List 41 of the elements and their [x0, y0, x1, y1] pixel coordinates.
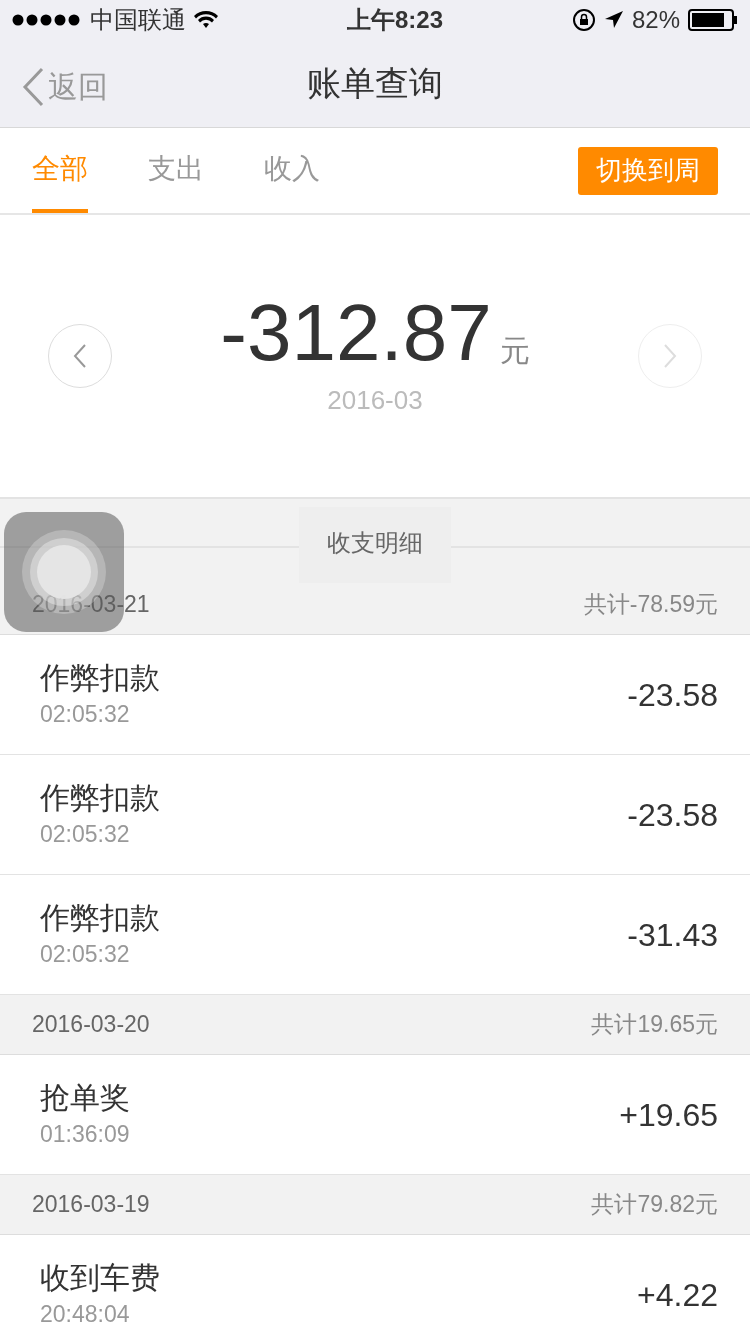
chevron-left-icon: [73, 343, 87, 369]
transaction-time: 01:36:09: [40, 1119, 130, 1149]
transaction-title: 收到车费: [40, 1259, 160, 1296]
group-total: 共计19.65元: [591, 1010, 718, 1040]
transaction-time: 02:05:32: [40, 819, 131, 849]
total-amount: -312.87: [220, 292, 492, 373]
battery-percent: 82%: [631, 5, 680, 35]
chevron-right-icon: [663, 343, 677, 369]
transaction-time: 20:48:04: [40, 1299, 131, 1329]
group-total: 共计-78.59元: [583, 590, 718, 620]
group-total: 共计79.82元: [591, 1190, 718, 1220]
switch-week-button[interactable]: 切换到周: [578, 146, 718, 195]
transaction-time: 02:05:32: [40, 699, 131, 729]
chevron-left-icon: [22, 66, 44, 107]
transaction-title: 作弊扣款: [40, 899, 160, 936]
transaction-title: 作弊扣款: [40, 779, 160, 816]
status-time: 上午8:23: [346, 5, 443, 35]
rotation-lock-icon: [571, 8, 596, 32]
transaction-title: 抢单奖: [40, 1079, 130, 1116]
location-icon: [603, 10, 624, 30]
signal-icon: [12, 14, 82, 26]
group-date: 2016-03-19: [32, 1190, 150, 1220]
transaction-amount: -23.58: [627, 795, 718, 835]
transaction-amount: -31.43: [627, 915, 718, 955]
currency-unit: 元: [499, 332, 530, 369]
transaction-title: 作弊扣款: [40, 659, 160, 696]
battery-icon: [688, 9, 738, 31]
wifi-icon: [194, 11, 218, 29]
transaction-amount: +19.65: [619, 1095, 718, 1135]
group-date: 2016-03-20: [32, 1010, 150, 1040]
transaction-amount: +4.22: [637, 1275, 718, 1315]
filter-tab[interactable]: 收入: [264, 128, 320, 213]
section-label: 收支明细: [299, 507, 451, 583]
page-title: 账单查询: [307, 63, 443, 104]
carrier-name: 中国联通: [90, 5, 186, 35]
transaction-time: 02:05:32: [40, 939, 131, 969]
filter-tab[interactable]: 全部: [32, 128, 88, 213]
back-button[interactable]: 返回: [22, 64, 108, 109]
transaction-amount: -23.58: [627, 675, 718, 715]
filter-tab[interactable]: 支出: [148, 128, 204, 213]
period-label: 2016-03: [327, 383, 423, 417]
